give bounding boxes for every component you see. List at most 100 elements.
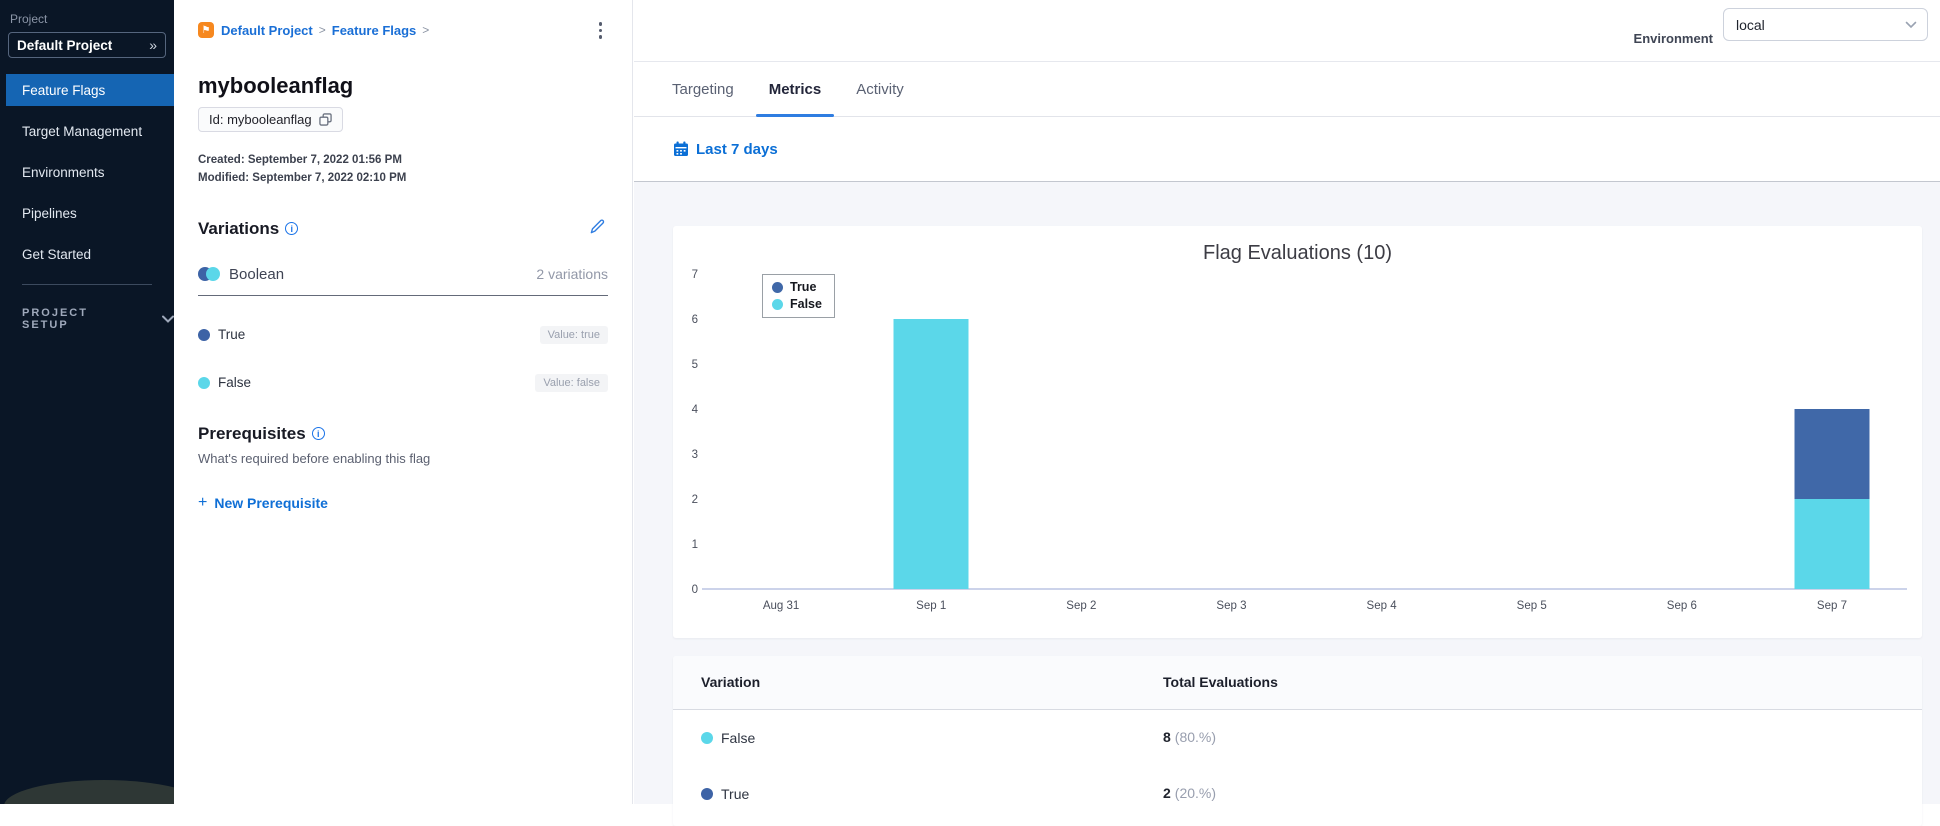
sidebar-item-feature-flags[interactable]: Feature Flags [6, 74, 174, 106]
breadcrumb: ⚑ Default Project > Feature Flags > [198, 18, 608, 43]
table-total-value: 8 [1163, 729, 1171, 745]
sidebar-divider [22, 284, 152, 285]
variation-color-dot [701, 788, 713, 800]
info-icon[interactable]: i [285, 222, 299, 235]
chart-slot-sep-1: Sep 1 [856, 274, 1006, 612]
project-selector-value: Default Project [17, 37, 113, 53]
metrics-content: Flag Evaluations (10) True False 0 1 2 3 4 5 6 7… [634, 182, 1940, 826]
sidebar-item-target-management[interactable]: Target Management [6, 115, 174, 147]
environment-label: Environment [1633, 31, 1713, 46]
x-axis-label: Sep 3 [1216, 600, 1247, 612]
sidebar-nav: Feature Flags Target Management Environmen… [0, 74, 174, 270]
y-axis-tick: 0 [691, 584, 698, 596]
variation-count: 2 variations [536, 266, 608, 282]
x-axis-label: Sep 5 [1516, 600, 1547, 612]
table-row-false: False 8 (80.%) [673, 710, 1922, 766]
column-header-variation: Variation [701, 673, 761, 690]
tab-targeting[interactable]: Targeting [659, 62, 747, 116]
stacked-bar[interactable] [893, 319, 969, 589]
sidebar-item-get-started[interactable]: Get Started [6, 238, 174, 270]
y-axis-tick: 6 [691, 314, 698, 326]
variation-value-chip: Value: false [535, 373, 608, 392]
chart-title: Flag Evaluations (10) [1203, 242, 1392, 264]
variations-header: Variations i [198, 216, 608, 242]
prerequisites-header: Prerequisites i [198, 424, 608, 444]
breadcrumb-separator: > [422, 23, 430, 38]
x-axis-label: Aug 31 [762, 600, 800, 612]
variation-color-dot [701, 732, 713, 744]
variations-title: Variations [198, 218, 280, 238]
x-axis-label: Sep 7 [1816, 600, 1847, 612]
breadcrumb-separator: > [318, 23, 326, 38]
calendar-icon [674, 141, 688, 156]
bar-segment-false[interactable] [1794, 499, 1870, 589]
bar-segment-false[interactable] [893, 319, 969, 589]
table-variation-name: True [721, 786, 750, 802]
pencil-icon [590, 219, 605, 233]
table-body: False 8 (80.%) True 2 (20.%) [673, 710, 1922, 822]
chart-slot-sep-2: Sep 2 [1006, 274, 1156, 612]
flag-id-text: Id: mybooleanflag [209, 111, 312, 127]
main-panel: Environment local Targeting Metrics Activi… [634, 0, 1940, 826]
flag-id-chip[interactable]: Id: mybooleanflag [198, 106, 343, 132]
chart-plot-area: True False 0 1 2 3 4 5 6 7 Aug 31 Sep 1 Sep 2 Sep 3S… [692, 269, 1907, 612]
sidebar-item-environments[interactable]: Environments [6, 156, 174, 188]
sidebar: Project Default Project » Feature Flags T… [0, 0, 174, 804]
project-selector[interactable]: Default Project » [8, 32, 166, 58]
x-axis-label: Sep 4 [1366, 600, 1397, 612]
stacked-bar[interactable] [1794, 409, 1870, 589]
info-icon[interactable]: i [311, 427, 325, 440]
table-variation-name: False [721, 730, 756, 746]
chart-slot-sep-6: Sep 6 [1607, 274, 1757, 612]
tab-activity[interactable]: Activity [843, 62, 917, 116]
evaluations-table: Variation Total Evaluations False 8 (80.%)… [673, 656, 1922, 826]
variation-type-row: Boolean 2 variations [198, 266, 608, 296]
column-header-total-evaluations: Total Evaluations [1163, 673, 1278, 690]
environment-selected-value: local [1736, 16, 1765, 33]
sidebar-section-project-setup[interactable]: PROJECT SETUP [22, 307, 174, 331]
chart-slot-sep-5: Sep 5 [1457, 274, 1607, 612]
date-range-filter[interactable]: Last 7 days [673, 141, 778, 158]
plus-icon: + [198, 493, 208, 511]
copy-icon[interactable] [318, 112, 332, 126]
filter-row: Last 7 days [634, 117, 1940, 182]
y-axis-tick: 5 [691, 359, 698, 371]
main-header: Environment local [634, 0, 1940, 62]
variation-color-dot [198, 376, 210, 389]
helper-mascot[interactable] [4, 780, 174, 804]
edit-variations-button[interactable] [587, 216, 608, 242]
y-axis-tick: 1 [691, 539, 698, 551]
table-percent-value: (20.%) [1174, 785, 1217, 801]
variation-row-false: False Value: false [198, 373, 608, 392]
chart-slot-sep-4: Sep 4 [1307, 274, 1457, 612]
variation-row-true: True Value: true [198, 325, 608, 344]
y-axis-tick: 7 [691, 269, 698, 281]
chart-slot-sep-7: Sep 7 [1757, 274, 1907, 612]
table-percent-value: (80.%) [1174, 729, 1217, 745]
new-prerequisite-button[interactable]: + New Prerequisite [198, 494, 328, 512]
table-header-row: Variation Total Evaluations [673, 656, 1922, 710]
variation-name: True [218, 327, 246, 342]
breadcrumb-section-link[interactable]: Feature Flags [332, 23, 417, 38]
variation-color-dot [198, 328, 210, 341]
date-range-label: Last 7 days [696, 140, 778, 158]
project-setup-label: PROJECT SETUP [22, 307, 88, 331]
variation-type-label: Boolean [229, 265, 285, 283]
tab-metrics[interactable]: Metrics [755, 62, 835, 117]
kebab-menu-button[interactable] [593, 18, 609, 43]
flag-evaluations-chart: Flag Evaluations (10) True False 01234567… [673, 226, 1922, 638]
bar-segment-true[interactable] [1794, 409, 1870, 499]
breadcrumb-project-link[interactable]: Default Project [221, 23, 313, 38]
tabs: Targeting Metrics Activity [634, 62, 1940, 117]
environment-select[interactable]: local [1723, 8, 1928, 41]
table-total-value: 2 [1163, 785, 1171, 801]
double-chevron-icon: » [149, 37, 157, 53]
new-prerequisite-label: New Prerequisite [214, 494, 328, 511]
x-axis-label: Sep 1 [916, 600, 947, 612]
flag-created: Created: September 7, 2022 01:56 PM [198, 153, 402, 166]
y-axis-tick: 3 [691, 449, 698, 461]
variation-name: False [218, 375, 252, 390]
sidebar-item-pipelines[interactable]: Pipelines [6, 197, 174, 229]
flag-title: mybooleanflag [198, 72, 354, 98]
chevron-down-icon [1905, 21, 1917, 28]
